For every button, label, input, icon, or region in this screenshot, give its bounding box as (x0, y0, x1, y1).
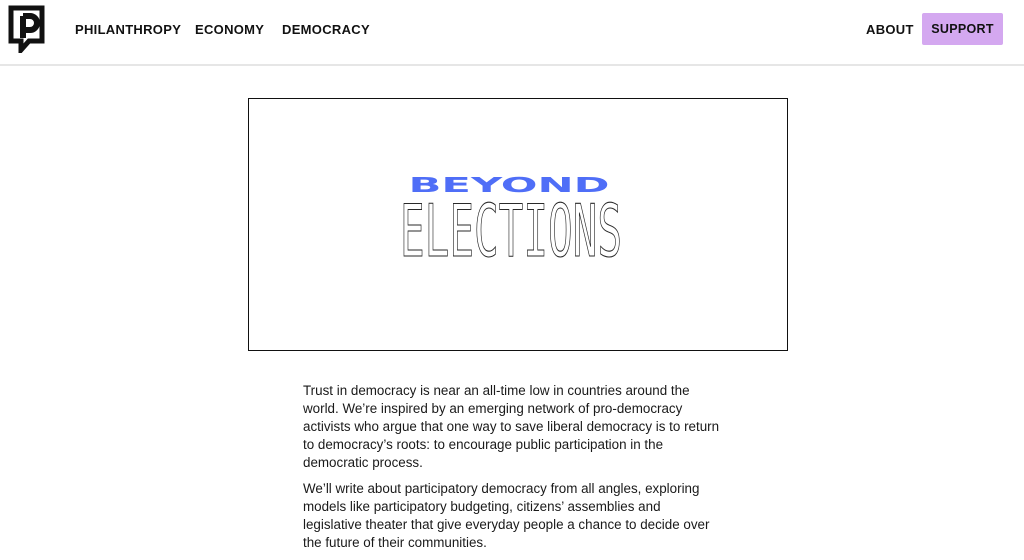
hero-title-graphic: BEYOND ELECTIONS (399, 173, 622, 274)
nav-philanthropy[interactable]: PHILANTHROPY (75, 22, 181, 38)
article-body: Trust in democracy is near an all-time l… (303, 382, 723, 560)
support-button[interactable]: SUPPORT (922, 13, 1003, 45)
nav-about[interactable]: ABOUT (866, 22, 914, 38)
article-paragraph: Trust in democracy is near an all-time l… (303, 383, 720, 470)
hero-banner: BEYOND ELECTIONS (248, 98, 788, 351)
article-paragraph: We’ll write about participatory democrac… (303, 481, 710, 550)
logo-icon[interactable] (8, 5, 48, 53)
hero-title-elections: ELECTIONS (400, 189, 622, 273)
nav-economy[interactable]: ECONOMY (195, 22, 264, 38)
site-header: PHILANTHROPY ECONOMY DEMOCRACY ABOUT SUP… (0, 0, 1024, 66)
nav-democracy[interactable]: DEMOCRACY (282, 22, 370, 38)
